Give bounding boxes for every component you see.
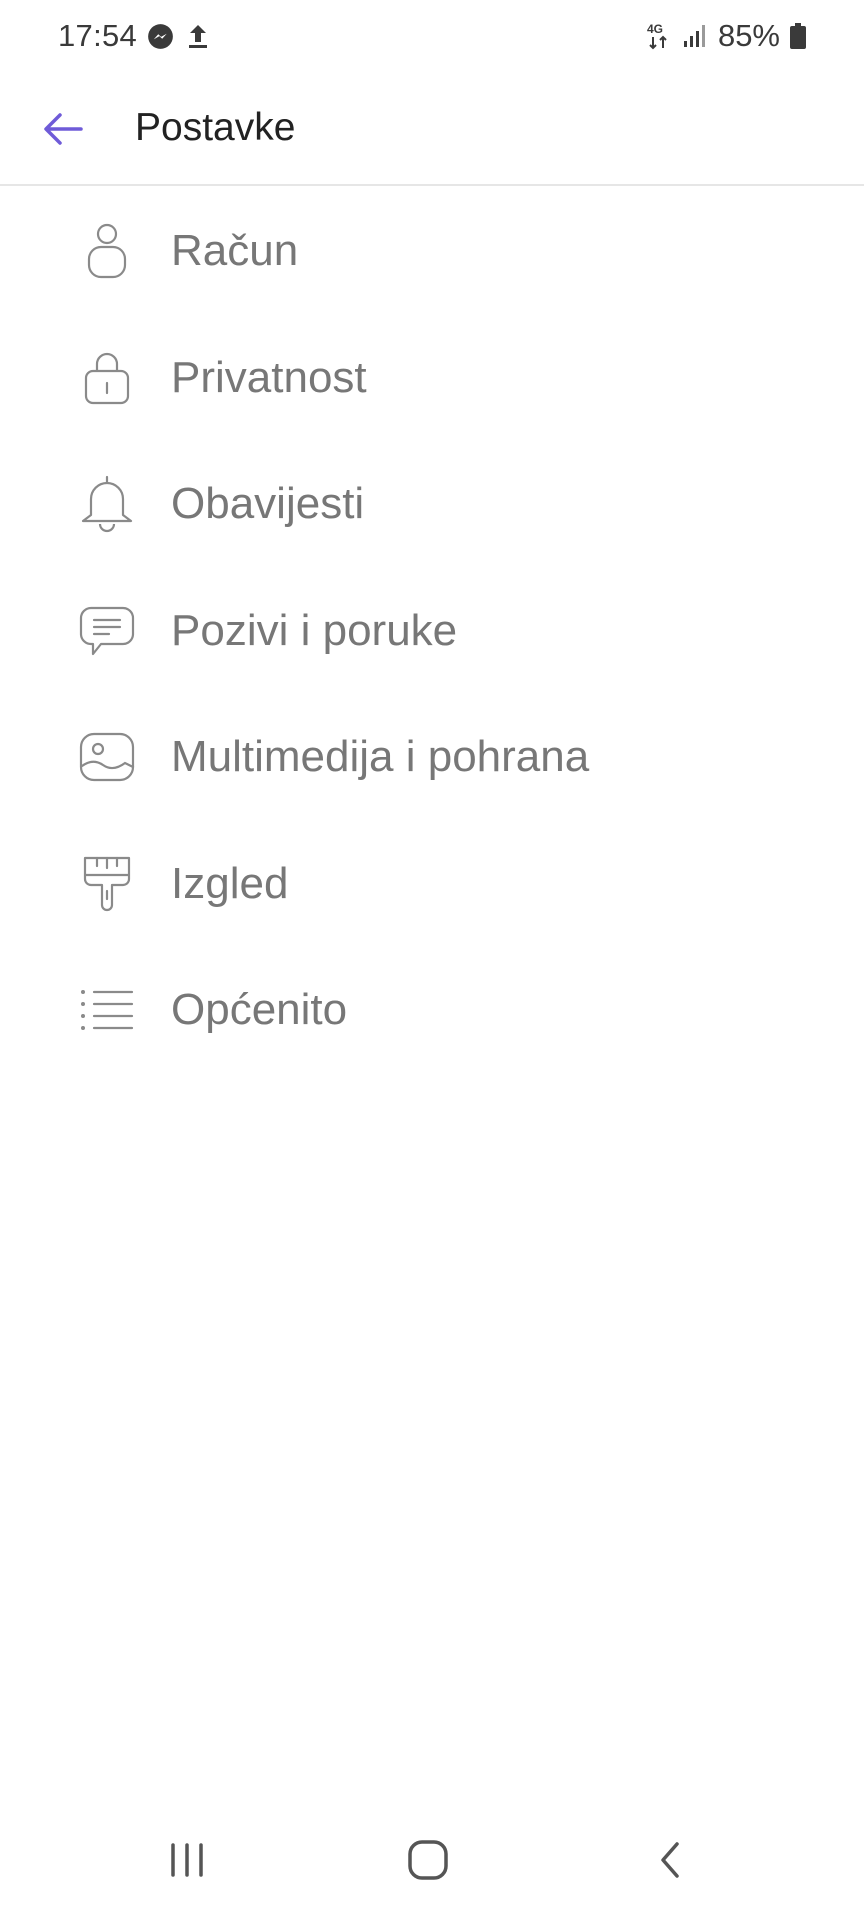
settings-item-privacy[interactable]: Privatnost bbox=[0, 315, 864, 442]
app-bar: Postavke bbox=[0, 76, 864, 186]
lock-icon bbox=[78, 347, 136, 409]
account-icon bbox=[78, 220, 136, 282]
battery-percent: 85% bbox=[717, 18, 780, 53]
settings-item-label: Općenito bbox=[171, 985, 348, 1035]
settings-item-label: Multimedija i pohrana bbox=[171, 732, 590, 782]
settings-item-label: Obavijesti bbox=[171, 479, 365, 529]
bell-icon bbox=[78, 473, 136, 535]
status-notification-icons bbox=[147, 22, 210, 50]
settings-item-label: Račun bbox=[171, 226, 299, 276]
nav-back-button[interactable] bbox=[630, 1820, 710, 1900]
back-button[interactable] bbox=[30, 96, 96, 162]
settings-item-general[interactable]: Općenito bbox=[0, 947, 864, 1074]
settings-list: Račun Privatnost Obavijesti Pozivi i por… bbox=[0, 188, 864, 1074]
recents-button[interactable] bbox=[147, 1820, 227, 1900]
home-button[interactable] bbox=[388, 1820, 468, 1900]
status-right-icons: 4G 85% bbox=[646, 18, 806, 54]
status-bar: 17:54 4G 85% bbox=[0, 0, 864, 76]
settings-item-label: Pozivi i poruke bbox=[171, 605, 458, 655]
status-time: 17:54 bbox=[58, 18, 138, 53]
signal-icon bbox=[682, 23, 708, 49]
messenger-icon bbox=[147, 23, 174, 50]
recents-icon bbox=[171, 1843, 203, 1877]
settings-item-label: Privatnost bbox=[171, 352, 367, 402]
system-nav-bar bbox=[0, 1800, 864, 1920]
page-title: Postavke bbox=[135, 106, 296, 149]
image-icon bbox=[78, 726, 136, 788]
settings-item-label: Izgled bbox=[171, 858, 289, 908]
settings-item-media-storage[interactable]: Multimedija i pohrana bbox=[0, 694, 864, 821]
settings-item-notifications[interactable]: Obavijesti bbox=[0, 441, 864, 568]
arrow-left-icon bbox=[44, 113, 83, 145]
battery-icon bbox=[790, 23, 806, 49]
list-icon bbox=[78, 979, 136, 1041]
chat-bubble-icon bbox=[78, 600, 136, 662]
paint-brush-icon bbox=[78, 853, 136, 915]
chevron-left-icon bbox=[661, 1842, 679, 1878]
home-icon bbox=[408, 1840, 448, 1880]
settings-item-calls-messages[interactable]: Pozivi i poruke bbox=[0, 568, 864, 695]
settings-item-account[interactable]: Račun bbox=[0, 188, 864, 315]
network-type-text: 4G bbox=[647, 22, 663, 36]
upload-icon bbox=[186, 22, 210, 50]
settings-screen: 17:54 4G 85% Postavke Račun Privatnost O… bbox=[0, 0, 864, 1920]
network-4g-icon: 4G bbox=[646, 21, 672, 51]
settings-item-appearance[interactable]: Izgled bbox=[0, 821, 864, 948]
